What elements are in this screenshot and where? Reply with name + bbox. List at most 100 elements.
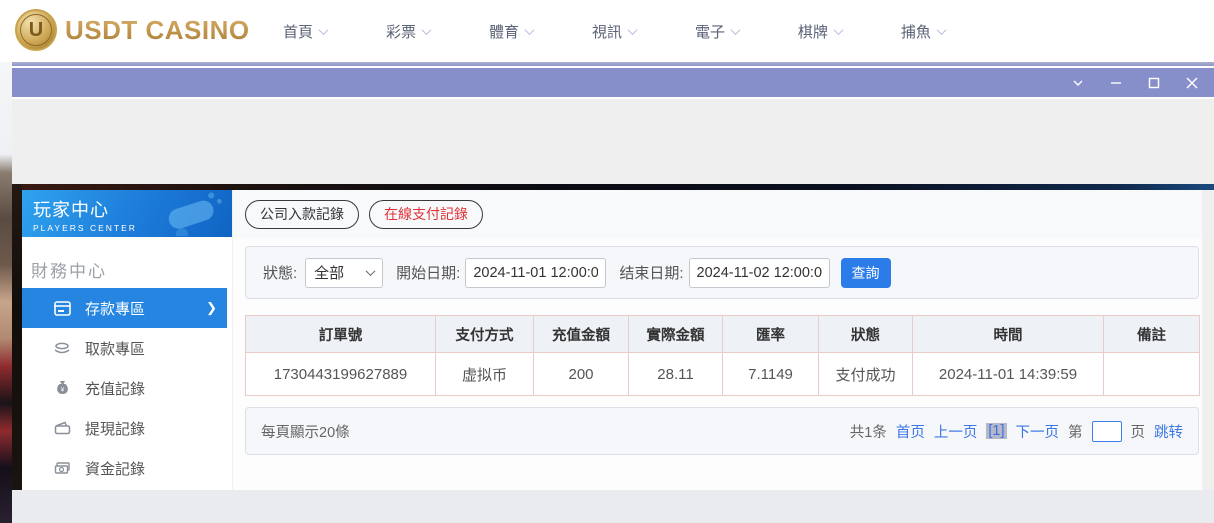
background-photo-strip	[0, 62, 12, 523]
chevron-right-icon: ❯	[206, 300, 217, 316]
col-time: 時間	[913, 316, 1104, 353]
prev-page-link[interactable]: 上一页	[934, 421, 978, 442]
casino-player-center-screen: U USDT CASINO 首頁 彩票 體育 視訊 電子	[0, 0, 1214, 523]
search-button[interactable]: 查詢	[841, 258, 891, 288]
cell-actual-amount: 28.11	[629, 353, 723, 396]
tab-company-deposit-records[interactable]: 公司入款記錄	[245, 200, 359, 229]
cell-remark	[1104, 353, 1200, 396]
chevron-down-icon	[936, 25, 946, 35]
col-remark: 備註	[1104, 316, 1200, 353]
coin-logo-icon: U	[15, 9, 57, 51]
logo-letter: U	[20, 14, 52, 46]
sidebar-item-recharge-records[interactable]: ¥ 充值記錄	[22, 368, 232, 408]
filter-bar: 狀態: 全部 開始日期: 结束日期: 查詢	[245, 246, 1199, 299]
main-content: 公司入款記錄 在線支付記錄 狀態: 全部 開始日期: 结束日期: 查詢	[233, 190, 1202, 490]
chevron-down-icon	[422, 25, 432, 35]
brand-logo[interactable]: U USDT CASINO	[15, 9, 250, 51]
table-header-row: 訂單號 支付方式 充值金額 實際金額 匯率 狀態 時間 備註	[246, 316, 1200, 353]
content-left-dark-strip	[12, 184, 22, 490]
sidebar-item-label: 充值記錄	[85, 378, 145, 399]
pagination: 共1条 首页 上一页 [1] 下一页 第 页 跳转	[850, 421, 1183, 442]
payment-records-table: 訂單號 支付方式 充值金額 實際金額 匯率 狀態 時間 備註 173044319…	[245, 315, 1200, 396]
moneybag-icon: ¥	[53, 379, 71, 397]
brand-name: USDT CASINO	[65, 15, 250, 46]
cell-order-number: 1730443199627889	[246, 353, 436, 396]
page-jump-input[interactable]	[1092, 421, 1122, 442]
jump-prefix: 第	[1068, 421, 1083, 442]
sidebar-menu: 存款專區 ❯ 取款專區 ¥ 充值記錄	[22, 288, 232, 488]
first-page-link[interactable]: 首页	[896, 421, 925, 442]
nav-item-fishing[interactable]: 捕魚	[901, 21, 945, 42]
withdraw-hand-icon	[53, 339, 71, 357]
gamepad-icon	[160, 192, 226, 236]
chevron-down-icon	[628, 25, 638, 35]
status-selected-value: 全部	[314, 262, 344, 283]
cell-recharge-amount: 200	[534, 353, 629, 396]
col-payment-method: 支付方式	[436, 316, 534, 353]
chevron-down-icon	[731, 25, 741, 35]
wallet-icon	[53, 419, 71, 437]
col-recharge-amount: 充值金額	[534, 316, 629, 353]
cell-exchange-rate: 7.1149	[723, 353, 819, 396]
deposit-card-icon	[53, 299, 71, 317]
sidebar-item-deposit-zone[interactable]: 存款專區 ❯	[22, 288, 227, 328]
sidebar-item-label: 取款專區	[85, 338, 145, 359]
main-nav: 首頁 彩票 體育 視訊 電子 棋牌	[283, 0, 945, 62]
sidebar: 玩家中心 PLAYERS CENTER 財務中心	[22, 190, 232, 490]
col-status: 狀態	[819, 316, 913, 353]
nav-item-sports[interactable]: 體育	[489, 21, 533, 42]
minimize-icon[interactable]	[1108, 75, 1124, 91]
chevron-down-icon	[366, 266, 376, 276]
sidebar-item-label: 提現記錄	[85, 418, 145, 439]
end-date-input[interactable]	[689, 258, 830, 288]
table-row: 1730443199627889 虚拟币 200 28.11 7.1149 支付…	[246, 353, 1200, 396]
tab-online-payment-records[interactable]: 在線支付記錄	[369, 200, 483, 229]
nav-item-boardgames[interactable]: 棋牌	[798, 21, 842, 42]
close-icon[interactable]	[1184, 75, 1200, 91]
nav-item-lottery[interactable]: 彩票	[386, 21, 430, 42]
status-label: 狀態:	[263, 262, 297, 283]
nav-label: 電子	[695, 21, 725, 42]
sidebar-section: 財務中心	[22, 237, 232, 294]
cash-icon	[53, 459, 71, 477]
nav-item-slots[interactable]: 電子	[695, 21, 739, 42]
nav-label: 捕魚	[901, 21, 931, 42]
sidebar-header: 玩家中心 PLAYERS CENTER	[22, 190, 232, 237]
col-order-number: 訂單號	[246, 316, 436, 353]
sidebar-item-withdraw-zone[interactable]: 取款專區	[22, 328, 232, 368]
jump-suffix: 页	[1131, 421, 1146, 442]
start-date-input[interactable]	[465, 258, 606, 288]
status-select[interactable]: 全部	[305, 258, 383, 288]
site-navbar: U USDT CASINO 首頁 彩票 體育 視訊 電子	[0, 0, 1214, 62]
chevron-down-icon	[833, 25, 843, 35]
nav-label: 彩票	[386, 21, 416, 42]
window-titlebar[interactable]	[12, 68, 1214, 99]
chevron-down-icon	[319, 25, 329, 35]
record-tabs: 公司入款記錄 在線支付記錄	[233, 190, 1202, 238]
next-page-link[interactable]: 下一页	[1016, 421, 1060, 442]
current-page-indicator: [1]	[986, 423, 1006, 439]
cell-status: 支付成功	[819, 353, 913, 396]
nav-label: 棋牌	[798, 21, 828, 42]
nav-label: 首頁	[283, 21, 313, 42]
sidebar-item-label: 存款專區	[85, 298, 145, 319]
player-center-window: 玩家中心 PLAYERS CENTER 財務中心	[12, 68, 1214, 523]
nav-label: 視訊	[592, 21, 622, 42]
total-count: 共1条	[850, 421, 887, 442]
collapse-chevron-icon[interactable]	[1070, 75, 1086, 91]
nav-item-home[interactable]: 首頁	[283, 21, 327, 42]
start-date-label: 開始日期:	[396, 262, 460, 283]
end-date-label: 结束日期:	[619, 262, 683, 283]
maximize-icon[interactable]	[1146, 75, 1162, 91]
nav-label: 體育	[489, 21, 519, 42]
window-bottom-area	[12, 490, 1214, 523]
nav-item-video[interactable]: 視訊	[592, 21, 636, 42]
col-actual-amount: 實際金額	[629, 316, 723, 353]
jump-button[interactable]: 跳转	[1154, 421, 1183, 442]
cell-time: 2024-11-01 14:39:59	[913, 353, 1104, 396]
sidebar-item-funds-records[interactable]: 資金記錄	[22, 448, 232, 488]
chevron-down-icon	[525, 25, 535, 35]
sidebar-item-withdrawal-records[interactable]: 提現記錄	[22, 408, 232, 448]
sidebar-item-label: 資金記錄	[85, 458, 145, 479]
col-exchange-rate: 匯率	[723, 316, 819, 353]
